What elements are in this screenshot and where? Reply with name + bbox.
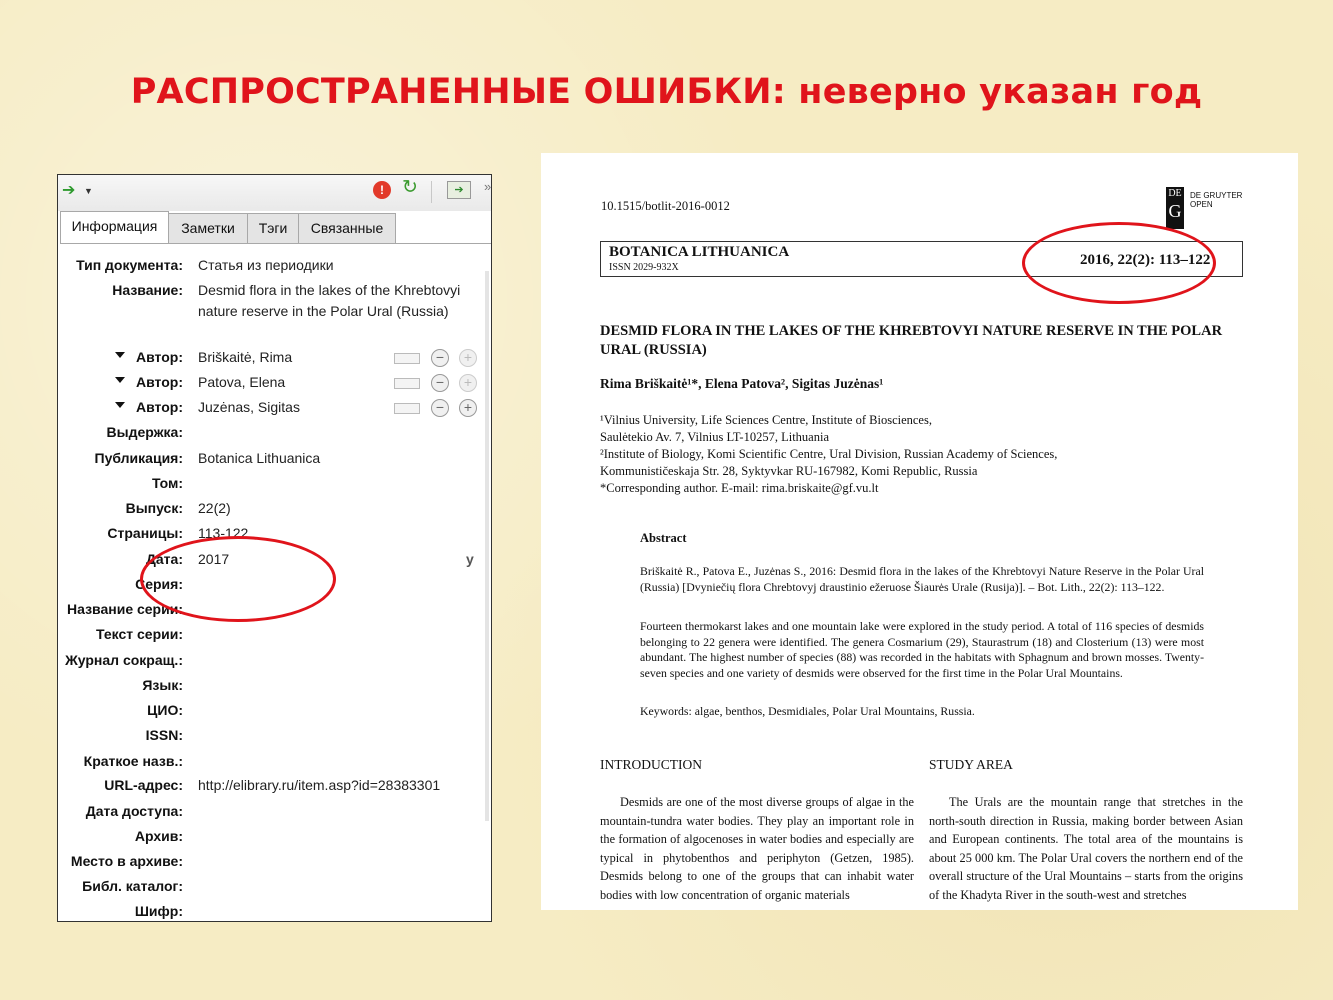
tab-info[interactable]: Информация <box>60 211 169 243</box>
journal-name: BOTANICA LITHUANICA <box>609 244 790 260</box>
field-label: Название: <box>112 282 183 298</box>
tab-bar: Информация Заметки Тэги Связанные <box>60 211 491 244</box>
chevron-down-icon[interactable] <box>115 377 125 383</box>
study-area-text: The Urals are the mountain range that st… <box>929 795 1243 902</box>
swap-name-icon[interactable] <box>394 378 420 389</box>
title-value[interactable]: Desmid flora in the lakes of the Khrebto… <box>198 280 480 322</box>
field-label: Дата доступа: <box>85 803 183 819</box>
field-label: Язык: <box>142 677 183 693</box>
article-doi: 10.1515/botlit-2016-0012 <box>601 199 730 213</box>
more-icon[interactable]: » <box>484 179 491 195</box>
abstract-text: Fourteen thermokarst lakes and one mount… <box>640 619 1204 680</box>
tab-notes[interactable]: Заметки <box>168 213 248 243</box>
field-label: Библ. каталог: <box>82 878 183 894</box>
tab-tags[interactable]: Тэги <box>247 213 299 243</box>
remove-author-button[interactable]: − <box>431 399 449 417</box>
field-label: Место в архиве: <box>70 853 183 869</box>
remove-author-button[interactable]: − <box>431 374 449 392</box>
intro-heading: INTRODUCTION <box>600 757 702 772</box>
swap-name-icon[interactable] <box>394 353 420 364</box>
issue-value[interactable]: 22(2) <box>198 498 480 519</box>
toolbar-separator <box>431 181 432 203</box>
url-value[interactable]: http://elibrary.ru/item.asp?id=28383301 <box>198 775 480 796</box>
field-label: Выдержка: <box>106 424 184 440</box>
field-label: URL-адрес: <box>104 777 183 793</box>
field-label: Выпуск: <box>125 500 183 516</box>
swap-name-icon[interactable] <box>394 403 420 414</box>
field-label: Автор: <box>136 399 183 415</box>
highlight-circle-citation <box>1022 222 1216 304</box>
go-arrow-icon[interactable]: ➔ <box>62 183 75 199</box>
field-label: Журнал сокращ.: <box>65 652 183 668</box>
author-row: Автор: Briškaitė, Rima − + <box>58 347 483 369</box>
article-title: DESMID FLORA IN THE LAKES OF THE KHREBTO… <box>600 323 1223 358</box>
field-label: Архив: <box>134 828 183 844</box>
article-affiliations: ¹Vilnius University, Life Sciences Centr… <box>600 413 1058 495</box>
field-label: Шифр: <box>134 903 183 919</box>
logo-text: DE <box>1168 188 1182 199</box>
study-area-heading: STUDY AREA <box>929 757 1013 772</box>
item-type-value[interactable]: Статья из периодики <box>198 255 480 276</box>
export-icon[interactable]: ➔ <box>447 181 471 199</box>
publication-value[interactable]: Botanica Lithuanica <box>198 448 480 469</box>
field-label: Страницы: <box>107 525 183 541</box>
field-label: Краткое назв.: <box>83 753 183 769</box>
chevron-down-icon[interactable] <box>115 352 125 358</box>
add-author-button[interactable]: + <box>459 399 477 417</box>
field-label: Автор: <box>136 374 183 390</box>
scrollbar[interactable] <box>485 271 489 821</box>
add-author-button[interactable]: + <box>459 349 477 367</box>
field-label: Публикация: <box>94 450 183 466</box>
field-label: Автор: <box>136 349 183 365</box>
publisher-logo: DE G <box>1166 187 1184 229</box>
add-author-button[interactable]: + <box>459 374 477 392</box>
field-label: Тип документа: <box>76 257 183 273</box>
tab-related[interactable]: Связанные <box>298 213 396 243</box>
keywords: Keywords: algae, benthos, Desmidiales, P… <box>640 704 975 718</box>
field-label: ISSN: <box>145 727 183 743</box>
chevron-down-icon[interactable] <box>115 402 125 408</box>
article-authors: Rima Briškaitė¹*, Elena Patova², Sigitas… <box>600 376 884 391</box>
remove-author-button[interactable]: − <box>431 349 449 367</box>
publisher-line: OPEN <box>1190 200 1213 209</box>
abstract-heading: Abstract <box>640 531 687 545</box>
intro-text: Desmids are one of the most diverse grou… <box>600 795 914 902</box>
author-row: Автор: Juzėnas, Sigitas − + <box>58 397 483 419</box>
stop-icon[interactable]: ! <box>373 181 391 199</box>
publisher-name: DE GRUYTER OPEN <box>1190 191 1242 209</box>
date-format-indicator: y <box>466 551 474 567</box>
journal-issn: ISSN 2029-932X <box>609 262 679 273</box>
highlight-circle-date <box>140 536 336 622</box>
chevron-down-icon[interactable]: ▼ <box>84 183 93 199</box>
field-label: ЦИО: <box>147 702 183 718</box>
publisher-line: DE GRUYTER <box>1190 191 1243 200</box>
toolbar: ➔ ▼ ! ↻ ➔ » <box>58 175 491 211</box>
logo-letter: G <box>1168 201 1182 221</box>
field-label: Текст серии: <box>96 626 183 642</box>
author-row: Автор: Patova, Elena − + <box>58 372 483 394</box>
abstract-reference: Briškaitė R., Patova E., Juzėnas S., 201… <box>640 564 1204 594</box>
slide-title: РАСПРОСТРАНЕННЫЕ ОШИБКИ: неверно указан … <box>130 72 1203 112</box>
refresh-icon[interactable]: ↻ <box>402 178 418 197</box>
field-label: Том: <box>151 475 183 491</box>
